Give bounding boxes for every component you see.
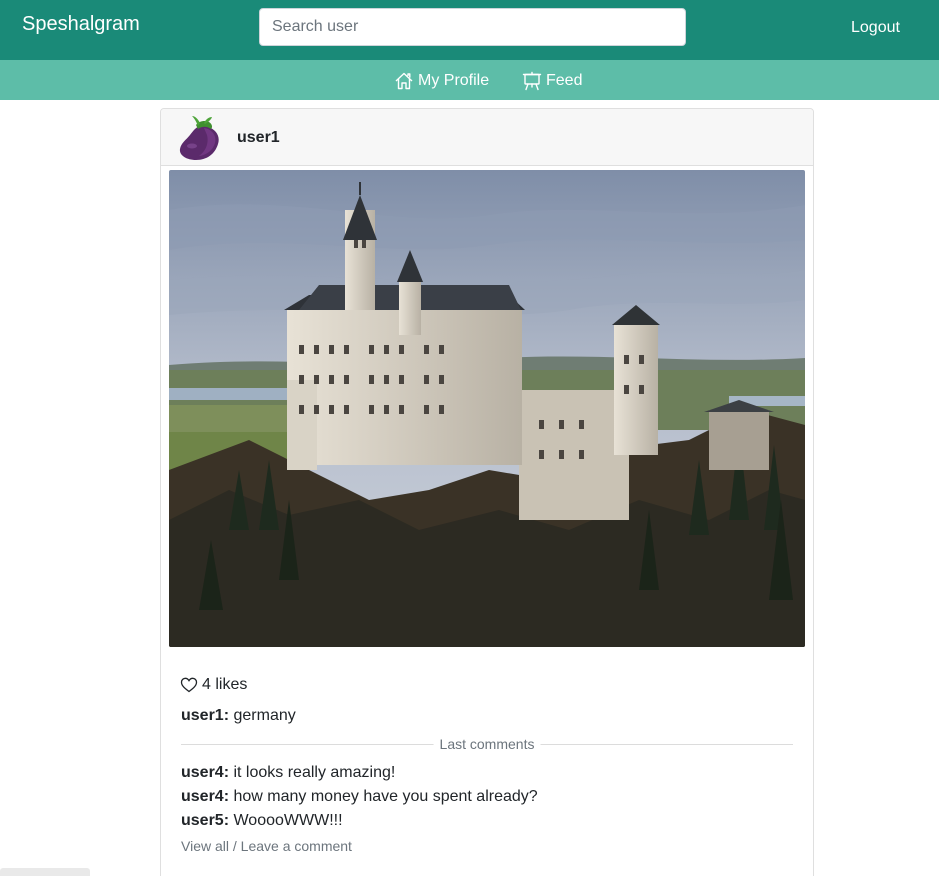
post-card: user1 4 likes user1: germany Last commen…: [160, 108, 814, 876]
easel-icon: [522, 71, 542, 91]
logout-link[interactable]: Logout: [851, 19, 900, 37]
status-tab: [0, 868, 90, 876]
eggplant-icon[interactable]: [174, 113, 222, 163]
likes-row: 4 likes: [180, 675, 247, 695]
search-input[interactable]: [259, 8, 686, 46]
comment-author[interactable]: user4:: [181, 788, 229, 805]
comment-author[interactable]: user5:: [181, 812, 229, 829]
comment-item: user4: how many money have you spent alr…: [181, 788, 538, 806]
castle-photo: [169, 170, 805, 647]
post-header: user1: [161, 109, 813, 166]
post-caption: user1: germany: [181, 707, 296, 725]
post-image: [169, 170, 805, 647]
nav-my-profile[interactable]: My Profile: [394, 70, 489, 92]
comment-item: user4: it looks really amazing!: [181, 764, 395, 782]
post-author[interactable]: user1: [237, 129, 280, 147]
comment-text: it looks really amazing!: [233, 764, 396, 781]
comments-divider: Last comments: [181, 735, 793, 755]
comment-text: how many money have you spent already?: [233, 788, 538, 805]
comment-item: user5: WooooWWW!!!: [181, 812, 343, 830]
view-all-comments-link[interactable]: View all / Leave a comment: [181, 838, 352, 854]
comment-author[interactable]: user4:: [181, 764, 229, 781]
comments-divider-label: Last comments: [433, 736, 541, 752]
top-navbar: Speshalgram Logout: [0, 0, 939, 60]
brand-logo[interactable]: Speshalgram: [22, 13, 140, 36]
home-icon: [395, 72, 413, 90]
nav-feed[interactable]: Feed: [522, 70, 582, 92]
nav-feed-label: Feed: [546, 72, 583, 89]
caption-text: germany: [233, 707, 296, 724]
likes-count: 4 likes: [202, 676, 248, 693]
heart-icon[interactable]: [180, 676, 198, 694]
comment-text: WooooWWW!!!: [233, 812, 343, 829]
nav-my-profile-label: My Profile: [418, 72, 490, 89]
caption-author[interactable]: user1:: [181, 707, 229, 724]
sub-navbar: My Profile Feed: [0, 60, 939, 100]
